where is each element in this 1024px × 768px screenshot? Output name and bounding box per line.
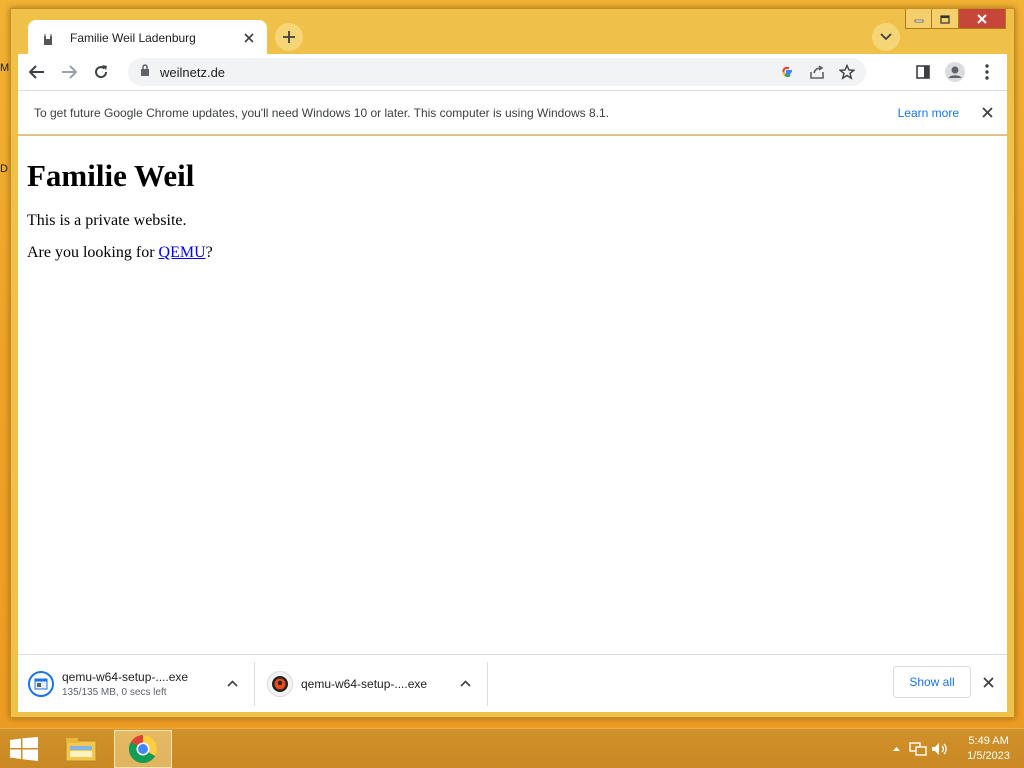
installer-icon — [28, 670, 54, 697]
system-tray: 5:49 AM 1/5/2023 — [885, 733, 1010, 765]
google-lens-icon[interactable] — [772, 58, 802, 86]
qemu-prompt-suffix: ? — [205, 244, 213, 261]
start-button[interactable] — [10, 737, 38, 761]
qemu-link[interactable]: QEMU — [159, 244, 206, 261]
desktop-icon-label-fragment: M — [0, 62, 10, 74]
taskbar-clock[interactable]: 5:49 AM 1/5/2023 — [967, 734, 1010, 764]
qemu-prompt-text: Are you looking for — [27, 244, 159, 261]
download-item[interactable]: qemu-w64-setup-....exe — [255, 661, 488, 706]
page-heading: Familie Weil — [27, 158, 195, 193]
page-paragraph: This is a private website. — [27, 212, 187, 229]
page-paragraph-qemu: Are you looking for QEMU? — [27, 244, 1007, 262]
profile-avatar-icon[interactable] — [941, 58, 969, 86]
reload-button[interactable] — [87, 58, 115, 86]
download-shelf: qemu-w64-setup-....exe 135/135 MB, 0 sec… — [18, 654, 1007, 712]
arrow-right-icon — [62, 65, 77, 79]
arrow-left-icon — [29, 65, 44, 79]
plus-icon — [283, 31, 295, 43]
browser-window: Familie Weil Ladenburg weilnetz.de To ge… — [10, 8, 1015, 718]
chevron-up-icon[interactable] — [453, 672, 477, 696]
address-bar[interactable]: weilnetz.de — [128, 58, 866, 86]
reload-icon — [95, 65, 108, 79]
download-filename: qemu-w64-setup-....exe — [301, 676, 428, 691]
show-all-button[interactable]: Show all — [893, 666, 971, 698]
taskbar-file-explorer[interactable] — [52, 730, 110, 768]
url-text[interactable]: weilnetz.de — [160, 65, 772, 80]
lock-icon[interactable] — [140, 63, 150, 81]
close-download-shelf-icon[interactable] — [977, 671, 999, 693]
close-window-button[interactable] — [959, 9, 1006, 29]
taskbar-chrome[interactable] — [114, 730, 172, 768]
page-content: Familie Weil This is a private website. … — [18, 136, 1007, 654]
infobar-close-icon[interactable] — [975, 101, 999, 125]
share-icon[interactable] — [802, 58, 832, 86]
folder-icon — [65, 738, 97, 762]
clock-time: 5:49 AM — [968, 735, 1009, 747]
bookmark-star-icon[interactable] — [832, 58, 862, 86]
forward-button[interactable] — [55, 58, 83, 86]
new-tab-button[interactable] — [275, 23, 303, 51]
update-infobar: To get future Google Chrome updates, you… — [18, 90, 1007, 135]
restore-icon — [940, 14, 950, 24]
chevron-down-icon — [880, 33, 892, 41]
infobar-message: To get future Google Chrome updates, you… — [34, 105, 610, 120]
download-filename: qemu-w64-setup-....exe — [62, 669, 189, 684]
menu-kebab-icon[interactable] — [973, 58, 1001, 86]
chrome-logo-icon — [129, 735, 157, 763]
tab-close-icon[interactable] — [241, 30, 257, 46]
qemu-logo-icon — [267, 670, 293, 697]
tab-title: Familie Weil Ladenburg — [70, 31, 196, 45]
browser-toolbar: weilnetz.de — [18, 54, 1007, 90]
tab-search-button[interactable] — [872, 23, 900, 51]
window-controls — [905, 9, 1006, 29]
download-item[interactable]: qemu-w64-setup-....exe 135/135 MB, 0 sec… — [18, 661, 255, 706]
close-icon — [977, 13, 987, 24]
chevron-up-icon[interactable] — [220, 672, 244, 696]
minimize-icon — [914, 19, 923, 22]
back-button[interactable] — [23, 58, 51, 86]
taskbar: 5:49 AM 1/5/2023 — [0, 728, 1024, 768]
desktop-icon-label-fragment: D — [0, 163, 8, 175]
learn-more-link[interactable]: Learn more — [898, 106, 959, 120]
browser-tab[interactable]: Familie Weil Ladenburg — [28, 20, 267, 56]
side-panel-icon[interactable] — [909, 58, 937, 86]
volume-icon[interactable] — [929, 739, 951, 759]
windows-logo-icon — [10, 737, 38, 761]
maximize-button[interactable] — [932, 9, 959, 29]
show-hidden-icons-chevron-icon[interactable] — [885, 739, 907, 759]
tab-strip: Familie Weil Ladenburg — [11, 9, 1014, 56]
minimize-button[interactable] — [905, 9, 932, 29]
network-icon[interactable] — [907, 739, 929, 759]
site-favicon-icon — [40, 30, 56, 46]
download-status: 135/135 MB, 0 secs left — [62, 686, 167, 698]
clock-date: 1/5/2023 — [967, 750, 1010, 762]
